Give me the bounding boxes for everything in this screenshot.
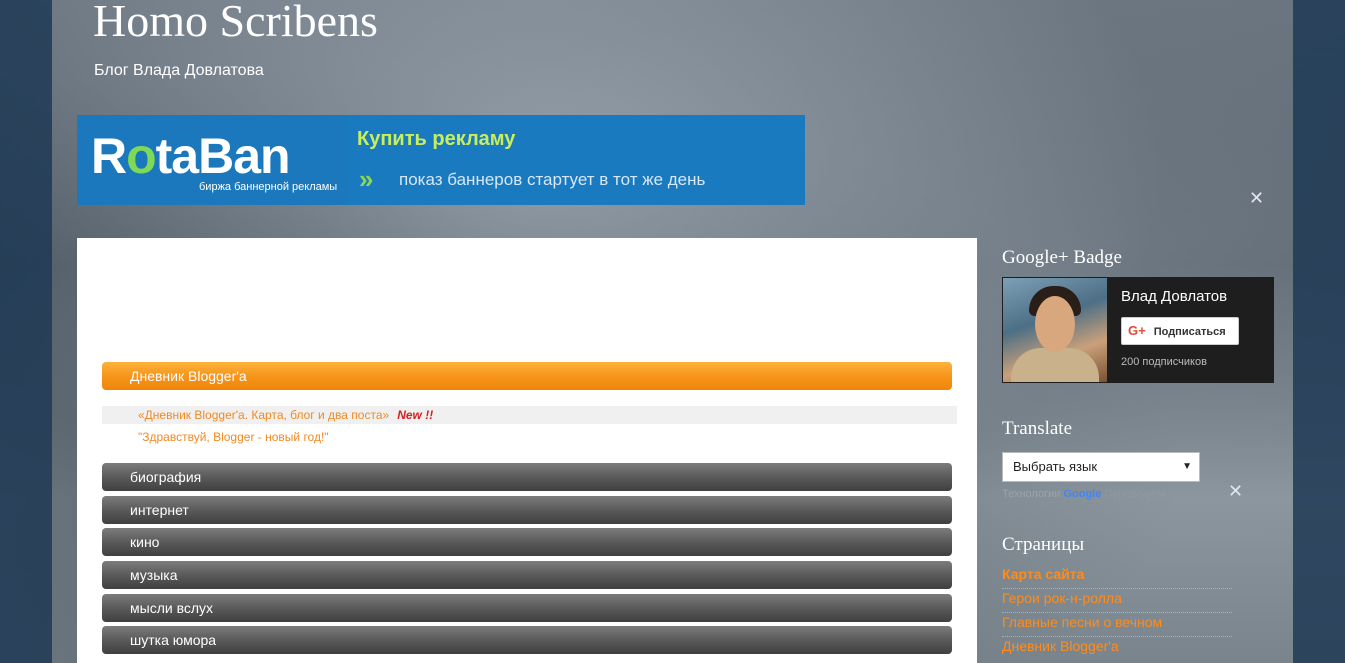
category-biography[interactable]: биография (102, 463, 952, 491)
divider (1002, 612, 1232, 613)
new-badge: New !! (397, 408, 434, 422)
gplus-widget-title: Google+ Badge (1002, 247, 1122, 268)
logo-rest: taBan (155, 128, 291, 184)
follower-count: 200 подписчиков (1121, 356, 1207, 368)
powered-by-google[interactable]: Технологии Google Переводчик (1002, 488, 1165, 500)
powered-suffix: Переводчик (1104, 488, 1166, 500)
page-link-sitemap[interactable]: Карта сайта (1002, 566, 1084, 582)
logo-letter-o: o (126, 128, 157, 184)
category-thoughts[interactable]: мысли вслух (102, 594, 952, 622)
post-item: "Здравствуй, Blogger - новый год!" (102, 428, 957, 446)
chevron-down-icon: ▼ (1182, 461, 1192, 472)
divider (1002, 636, 1232, 637)
category-humor[interactable]: шутка юмора (102, 626, 952, 654)
post-link[interactable]: "Здравствуй, Blogger - новый год!" (138, 430, 329, 444)
language-select[interactable]: Выбрать язык ▼ (1002, 452, 1200, 482)
follow-button[interactable]: G+ Подписаться (1121, 317, 1239, 345)
banner-logo-area: RotaBan биржа баннерной рекламы (77, 115, 347, 205)
rotaban-ad-banner[interactable]: RotaBan биржа баннерной рекламы Купить р… (77, 115, 805, 205)
banner-tagline: биржа баннерной рекламы (199, 181, 338, 193)
language-select-value: Выбрать язык (1013, 459, 1098, 474)
gplus-badge: Влад Довлатов G+ Подписаться 200 подписчи… (1002, 277, 1274, 383)
wrench-screwdriver-icon[interactable]: ✕ (1228, 481, 1243, 502)
left-margin (0, 0, 52, 663)
google-logo-text: Google (1063, 488, 1102, 500)
rotaban-logo: RotaBan (91, 127, 291, 185)
powered-prefix: Технологии (1002, 488, 1061, 500)
translate-widget-title: Translate (1002, 418, 1073, 439)
category-cinema[interactable]: кино (102, 528, 952, 556)
pages-widget-title: Страницы (1002, 534, 1085, 555)
logo-letter-r: R (91, 128, 127, 184)
category-music[interactable]: музыка (102, 561, 952, 589)
avatar-face (1035, 296, 1075, 352)
wrench-screwdriver-icon[interactable]: ✕ (1249, 188, 1264, 209)
site-title[interactable]: Homo Scribens (93, 0, 378, 47)
page-link-diary[interactable]: Дневник Blogger'а (1002, 638, 1119, 654)
post-link[interactable]: «Дневник Blogger'а. Карта, блог и два по… (138, 408, 389, 422)
avatar-collar (1011, 348, 1099, 382)
gplus-profile-name[interactable]: Влад Довлатов (1121, 288, 1227, 305)
follow-button-label: Подписаться (1153, 326, 1226, 338)
category-featured[interactable]: Дневник Blogger'а (102, 362, 952, 390)
divider (1002, 588, 1232, 589)
main-content: Дневник Blogger'а «Дневник Blogger'а. Ка… (77, 238, 977, 663)
site-description: Блог Влада Довлатова (94, 62, 264, 79)
right-margin (1293, 0, 1345, 663)
page-link-rocknroll[interactable]: Герои рок-н-ролла (1002, 590, 1122, 606)
banner-subline: показ баннеров стартует в тот же день (399, 170, 706, 189)
gplus-icon: G+ (1128, 323, 1146, 338)
category-internet[interactable]: интернет (102, 496, 952, 524)
page-link-songs[interactable]: Главные песни о вечном (1002, 614, 1162, 630)
post-item: «Дневник Blogger'а. Карта, блог и два по… (102, 406, 957, 424)
avatar[interactable] (1003, 278, 1107, 382)
banner-cta: Купить рекламу (357, 128, 516, 150)
double-arrow-icon: » (359, 164, 374, 194)
